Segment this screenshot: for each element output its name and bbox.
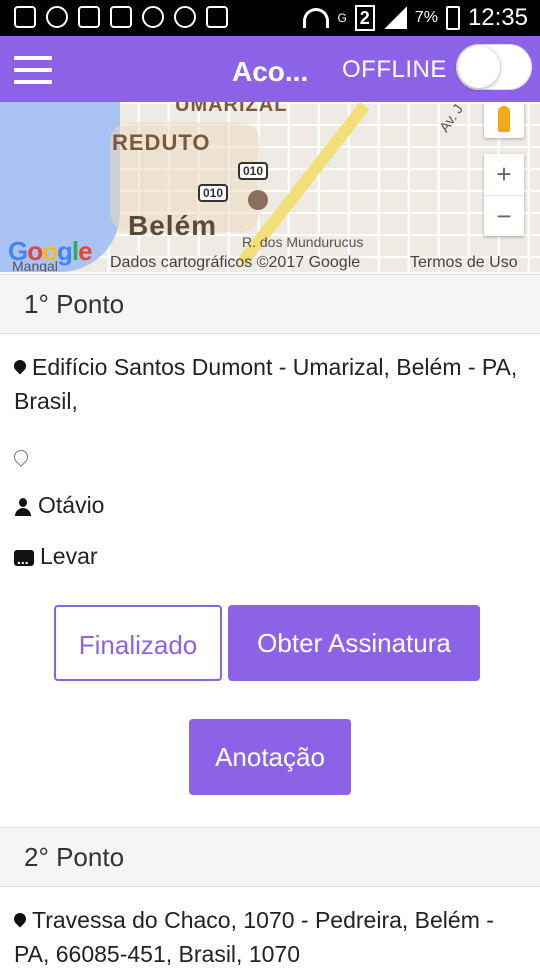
map-label-city: Belém: [128, 210, 218, 241]
offline-label: OFFLINE: [342, 56, 447, 83]
address-row: Edifício Santos Dumont - Umarizal, Belém…: [11, 350, 524, 418]
point-title: 2° Ponto: [24, 842, 125, 872]
zoom-out-button[interactable]: −: [484, 195, 524, 237]
note-text: Levar: [40, 543, 98, 569]
whatsapp-notification-icon: [174, 6, 196, 28]
location-pin-icon: [11, 357, 29, 375]
zoom-control: + −: [484, 154, 524, 236]
page-title: Aco...: [232, 56, 309, 87]
point-header: 2° Ponto: [0, 827, 540, 887]
comment-icon: [14, 542, 34, 576]
google-logo: Google: [8, 236, 93, 266]
note-row: Levar: [14, 539, 98, 576]
person-name: Otávio: [38, 492, 105, 518]
toggle-knob: [458, 46, 500, 88]
chat-notification-icon: [14, 6, 36, 28]
user-icon: [14, 497, 32, 516]
hangouts-notification-icon: [46, 6, 68, 28]
finalize-button[interactable]: Finalizado: [54, 605, 222, 681]
network-type: G: [337, 11, 347, 25]
status-bar: G 2 7% 12:35: [0, 0, 540, 36]
menu-icon[interactable]: [14, 56, 52, 84]
notification-icons: [14, 6, 228, 28]
app-bar: Aco... OFFLINE: [0, 36, 540, 102]
calendar-notification-icon: [206, 6, 228, 28]
signal-icon: [382, 7, 407, 29]
map-view[interactable]: UMARIZAL REDUTO Belém R. dos Mundurucus …: [0, 102, 540, 272]
map-label-umarizal: UMARIZAL: [175, 102, 288, 116]
sim-badge: 2: [354, 5, 375, 31]
route-shield-2: 010: [198, 184, 229, 202]
offline-toggle[interactable]: [456, 44, 532, 90]
image-notification-icon: [110, 6, 132, 28]
point-title: 1° Ponto: [24, 289, 125, 319]
landmark-icon: [248, 190, 268, 210]
battery-icon: [445, 6, 460, 30]
location-pin-icon: [11, 910, 29, 928]
map-attribution: Dados cartográficos ©2017 Google: [110, 254, 361, 271]
map-label-reduto: REDUTO: [112, 130, 211, 155]
map-terms-link[interactable]: Termos de Uso: [410, 254, 518, 272]
get-signature-button[interactable]: Obter Assinatura: [228, 605, 480, 681]
route-shield-1: 010: [238, 162, 269, 180]
secondary-location-row: [11, 438, 34, 472]
gmail-notification-icon: [78, 6, 100, 28]
zoom-in-button[interactable]: +: [484, 154, 524, 195]
status-indicators: G 2 7% 12:35: [303, 4, 528, 32]
address-text: Travessa do Chaco, 1070 - Pedreira, Belé…: [14, 907, 494, 967]
location-outline-icon: [11, 447, 31, 467]
street-view-pegman-icon[interactable]: [484, 102, 524, 138]
address-row: Travessa do Chaco, 1070 - Pedreira, Belé…: [11, 903, 524, 971]
clock: 12:35: [467, 4, 528, 31]
annotation-button[interactable]: Anotação: [189, 719, 351, 795]
address-text: Edifício Santos Dumont - Umarizal, Belém…: [14, 354, 518, 414]
person-row: Otávio: [14, 488, 104, 522]
map-label-street: R. dos Mundurucus: [242, 234, 364, 250]
battery-percent: 7%: [414, 9, 438, 26]
wifi-icon: [303, 8, 330, 28]
app-notification-icon: [142, 6, 164, 28]
point-header: 1° Ponto: [0, 274, 540, 334]
